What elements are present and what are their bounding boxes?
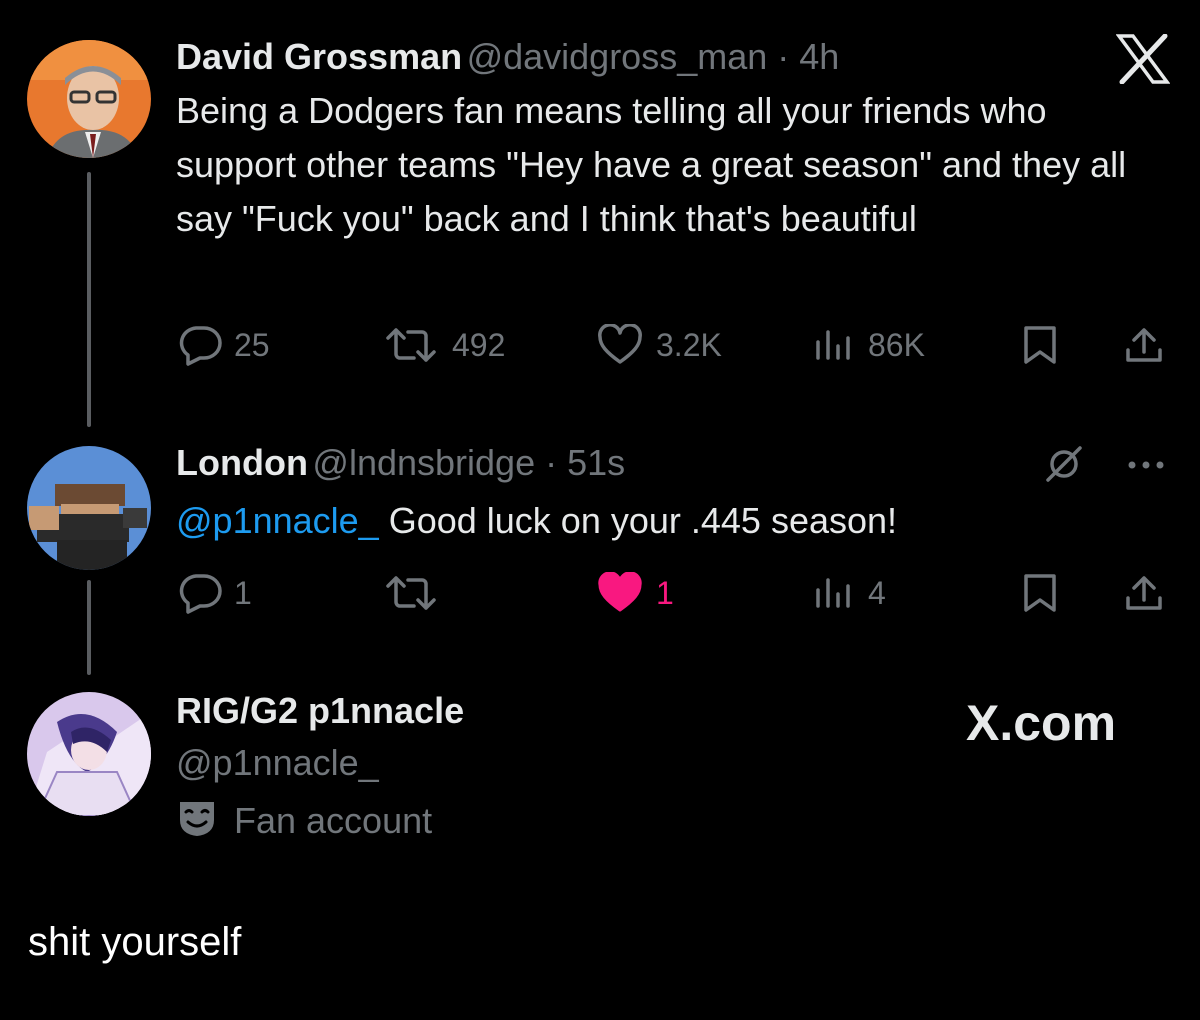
profile-handle[interactable]: @p1nnacle_ <box>176 742 379 784</box>
tweet-1-bookmark-button[interactable] <box>1020 324 1060 366</box>
reply-icon <box>178 572 222 614</box>
avatar-p1nnacle[interactable] <box>27 692 151 816</box>
share-icon <box>1122 572 1166 614</box>
tweet-2-repost-button[interactable] <box>382 572 440 614</box>
reply-icon <box>178 324 222 366</box>
tweet-1-reply-count: 25 <box>234 326 270 363</box>
tweet-2-text: Good luck on your .445 season! <box>378 500 898 541</box>
views-chart-icon <box>812 572 856 614</box>
share-icon <box>1122 324 1166 366</box>
tweet-2-reply-count: 1 <box>234 574 252 611</box>
tweet-2-separator-dot: · <box>535 442 568 483</box>
bookmark-icon <box>1020 572 1060 614</box>
tweet-2-timestamp[interactable]: 51s <box>567 442 625 483</box>
tweet-1-share-button[interactable] <box>1122 324 1166 366</box>
grok-icon[interactable] <box>1044 444 1084 489</box>
repost-icon <box>382 324 440 366</box>
bookmark-icon <box>1020 324 1060 366</box>
heart-filled-icon <box>596 572 644 614</box>
tweet-1-author-name[interactable]: David Grossman <box>176 36 462 77</box>
avatar-london[interactable] <box>27 446 151 570</box>
tweet-2-author-handle[interactable]: @lndnsbridge <box>312 442 535 483</box>
tweet-1-views-button[interactable]: 86K <box>812 324 925 366</box>
tweet-1-like-count: 3.2K <box>656 326 722 363</box>
tweet-2-reply-button[interactable]: 1 <box>178 572 252 614</box>
caption-text: shit yourself <box>28 920 242 964</box>
views-chart-icon <box>812 324 856 366</box>
thread-connector-line <box>87 172 91 427</box>
more-options-icon[interactable] <box>1126 458 1166 476</box>
tweet-1-header: David Grossman @davidgross_man · 4h <box>176 36 839 78</box>
x-logo-icon <box>1115 33 1171 89</box>
x-com-watermark: X.com <box>966 695 1117 751</box>
tweet-2-author-name[interactable]: London <box>176 442 308 483</box>
theater-masks-icon <box>176 798 218 843</box>
profile-label-text: Fan account <box>234 799 433 841</box>
tweet-1-separator-dot: · <box>767 36 800 77</box>
tweet-1-repost-count: 492 <box>452 326 506 363</box>
tweet-2-views-count: 4 <box>868 574 886 611</box>
tweet-2-text-container: @p1nnacle_ Good luck on your .445 season… <box>176 494 897 548</box>
heart-icon <box>596 324 644 366</box>
tweet-2-like-button[interactable]: 1 <box>596 572 674 614</box>
tweet-1-timestamp[interactable]: 4h <box>799 36 839 77</box>
tweet-2-views-button[interactable]: 4 <box>812 572 886 614</box>
tweet-1-like-button[interactable]: 3.2K <box>596 324 722 366</box>
tweet-2-share-button[interactable] <box>1122 572 1166 614</box>
thread-connector-line-2 <box>87 580 91 675</box>
tweet-1-repost-button[interactable]: 492 <box>382 324 505 366</box>
avatar-david-grossman[interactable] <box>27 40 151 158</box>
tweet-1-text: Being a Dodgers fan means telling all yo… <box>176 90 1127 239</box>
tweet-1-views-count: 86K <box>868 326 925 363</box>
tweet-2-bookmark-button[interactable] <box>1020 572 1060 614</box>
repost-icon <box>382 572 440 614</box>
tweet-1-reply-button[interactable]: 25 <box>178 324 270 366</box>
tweet-2-like-count: 1 <box>656 574 674 611</box>
profile-fan-account-label: Fan account <box>176 798 432 843</box>
profile-display-name[interactable]: RIG/G2 p1nnacle <box>176 690 464 732</box>
tweet-2-mention-link[interactable]: @p1nnacle_ <box>176 500 379 541</box>
tweet-2-header: London @lndnsbridge · 51s <box>176 442 625 484</box>
tweet-1-author-handle[interactable]: @davidgross_man <box>467 36 768 77</box>
